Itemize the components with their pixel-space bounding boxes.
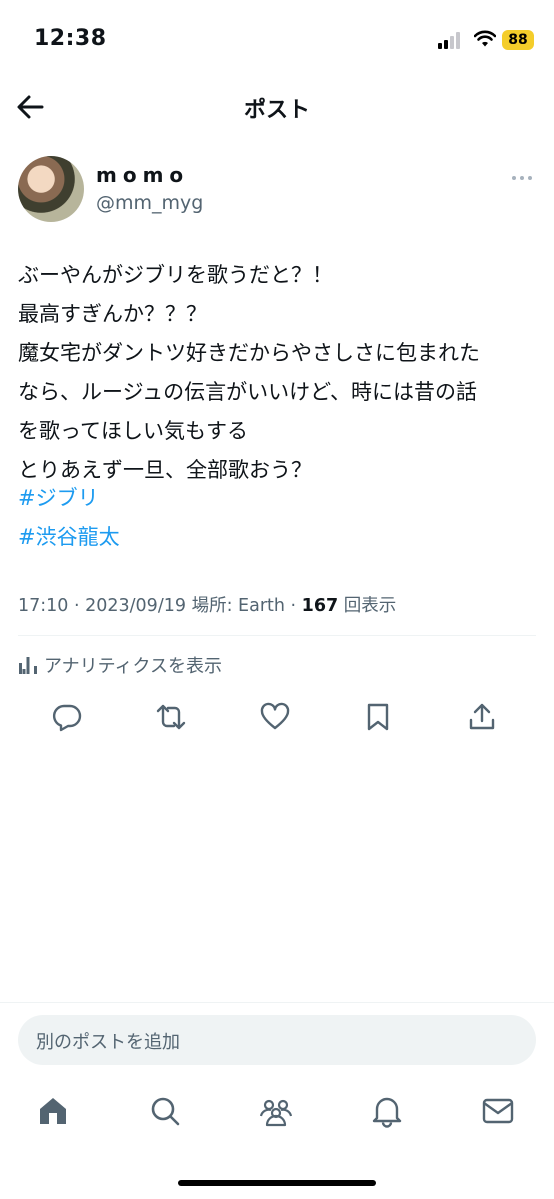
reply-input[interactable]: 別のポストを追加 [18,1015,536,1065]
hashtag-link[interactable]: #ジブリ [18,482,99,512]
share-button[interactable] [467,702,501,736]
post-timestamp: 17:10 · 2023/09/19 [18,596,186,616]
reply-icon [52,704,82,732]
divider [0,1002,554,1003]
post-location: 場所: Earth · [191,596,302,616]
author-handle[interactable]: @mm_myg [96,192,203,214]
more-options-icon[interactable] [510,168,534,188]
repost-button[interactable] [156,702,190,736]
author-name[interactable]: momo [96,163,189,187]
page-title: ポスト [243,98,310,123]
tab-home[interactable] [36,1094,72,1130]
search-icon [151,1097,180,1126]
like-button[interactable] [260,702,294,736]
status-time: 12:38 [34,26,107,51]
tab-notifications[interactable] [370,1094,406,1130]
tab-messages[interactable] [481,1094,517,1130]
bookmark-button[interactable] [363,702,397,736]
reply-placeholder: 別のポストを追加 [36,1032,180,1053]
home-icon [40,1098,66,1124]
notifications-icon [372,1097,402,1128]
analytics-link[interactable]: アナリティクスを表示 [18,652,222,678]
messages-icon [482,1098,514,1124]
hashtag-link[interactable]: #渋谷龍太 [18,521,120,551]
wifi-icon [473,30,497,48]
battery-indicator: 88 [502,30,534,50]
reply-button[interactable] [52,702,86,736]
share-icon [469,703,495,730]
tab-search[interactable] [148,1094,184,1130]
view-label: 回表示 [343,596,397,616]
post-meta: 17:10 · 2023/09/19 場所: Earth · 167 回表示 [18,592,396,617]
signal-icon [438,31,466,49]
divider [18,635,536,636]
repost-icon [156,704,186,730]
analytics-icon [19,657,37,674]
post-text: ぶーやんがジブリを歌うだと？！ 最高すぎんか？？？ 魔女宅がダントツ好きだからや… [18,263,480,482]
analytics-label: アナリティクスを表示 [44,656,223,677]
view-count: 167 [301,596,339,616]
tab-communities[interactable] [259,1094,295,1130]
like-icon [260,702,290,730]
avatar[interactable] [18,156,84,222]
communities-icon [259,1099,293,1127]
home-indicator [178,1180,376,1186]
bookmark-icon [367,703,389,731]
